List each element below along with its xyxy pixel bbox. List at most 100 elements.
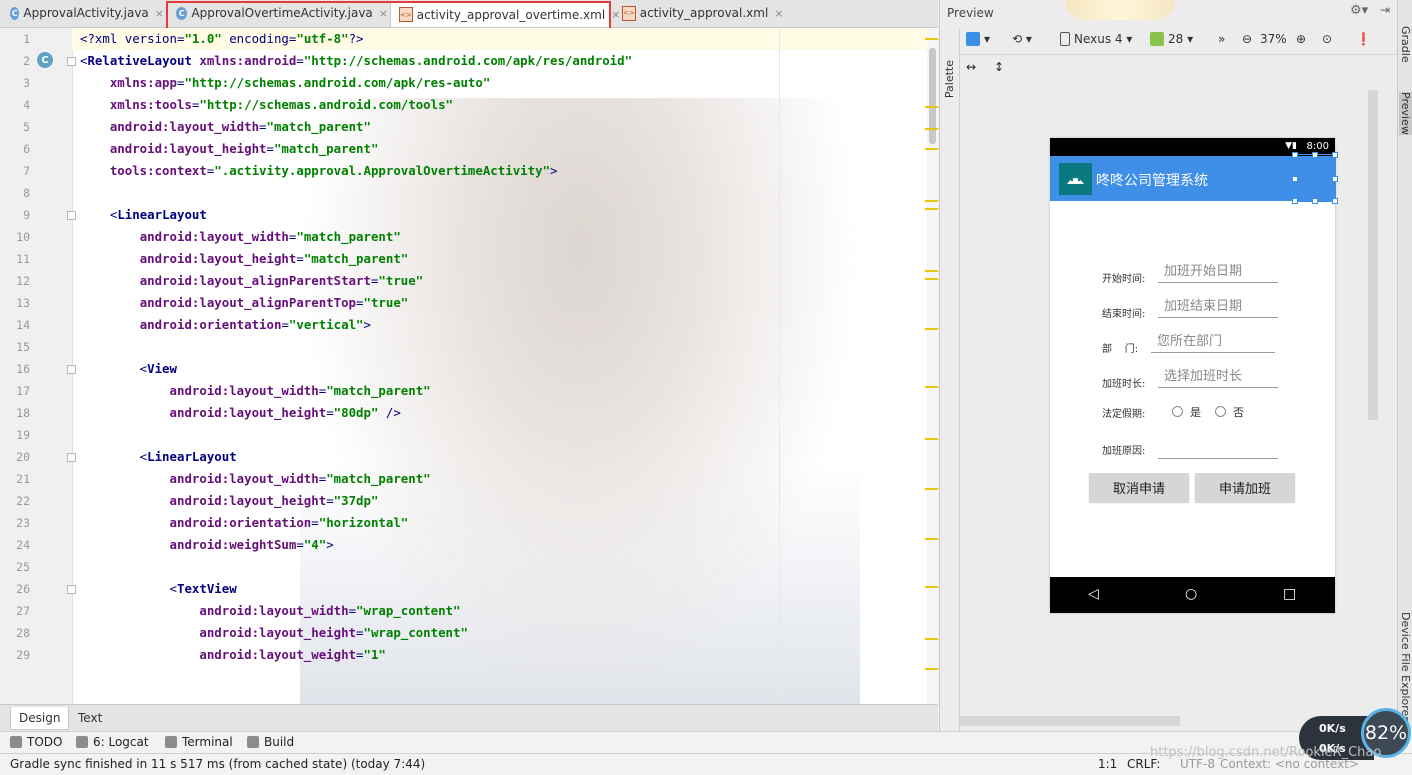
radio-no[interactable] xyxy=(1215,406,1226,417)
code-line[interactable]: 18 android:layout_height="80dp" /> xyxy=(0,402,930,424)
code-line[interactable]: 2 <RelativeLayout xmlns:android="http://s… xyxy=(0,50,930,72)
fold-marker-icon[interactable] xyxy=(67,365,76,374)
app-bar[interactable]: 咚咚公司管理系统 xyxy=(1050,152,1338,204)
code-line[interactable]: 27 android:layout_width="wrap_content" xyxy=(0,600,930,622)
fold-marker-icon[interactable] xyxy=(67,585,76,594)
palette-tab[interactable]: Palette xyxy=(943,60,956,98)
error-stripe-mark[interactable] xyxy=(925,488,938,490)
tab-approval-activity-java[interactable]: C ApprovalActivity.java × xyxy=(2,1,164,25)
code-line[interactable]: 25 xyxy=(0,556,930,578)
device-file-explorer-tab[interactable]: Device File Explorer xyxy=(1399,612,1412,721)
device-frame[interactable]: ▼▮ 8:00 咚咚公司管理系统 开始时间: 加班开始日期 结束时间: 加班结束… xyxy=(1050,138,1338,613)
selection-box[interactable] xyxy=(1292,152,1338,204)
close-icon[interactable]: × xyxy=(774,7,783,20)
code-line[interactable]: 4 xmlns:tools="http://schemas.android.co… xyxy=(0,94,930,116)
api-dropdown[interactable]: 28 ▾ xyxy=(1150,32,1193,46)
tab-activity-approval-xml[interactable]: <> activity_approval.xml × xyxy=(614,1,784,25)
tab-activity-approval-overtime-xml[interactable]: <> activity_approval_overtime.xml × xyxy=(390,1,620,27)
code-line[interactable]: 17 android:layout_width="match_parent" xyxy=(0,380,930,402)
code-line[interactable]: 29 android:layout_weight="1" xyxy=(0,644,930,666)
resize-handle[interactable] xyxy=(1292,176,1298,182)
todo-tool-button[interactable]: TODO xyxy=(10,735,62,749)
gear-icon[interactable]: ⚙▾ xyxy=(1350,3,1368,18)
code-line[interactable]: 5 android:layout_width="match_parent" xyxy=(0,116,930,138)
close-icon[interactable]: × xyxy=(155,7,164,20)
department-input[interactable]: 您所在部门 xyxy=(1151,332,1275,353)
device-dropdown[interactable]: Nexus 4 ▾ xyxy=(1060,32,1132,46)
logcat-tool-button[interactable]: 6: Logcat xyxy=(76,735,149,749)
more-chevron-icon[interactable]: » xyxy=(1218,32,1225,46)
resize-horizontal-icon[interactable]: ↔ xyxy=(966,60,976,74)
radio-yes[interactable] xyxy=(1172,406,1183,417)
tab-design[interactable]: Design xyxy=(10,707,70,730)
caret-position[interactable]: 1:1 xyxy=(1098,757,1117,771)
error-stripe-mark[interactable] xyxy=(925,106,938,108)
orientation-dropdown[interactable]: ⟲ ▾ xyxy=(1012,32,1032,46)
resize-handle[interactable] xyxy=(1312,152,1318,158)
error-stripe-mark[interactable] xyxy=(925,208,938,210)
code-line[interactable]: 7 tools:context=".activity.approval.Appr… xyxy=(0,160,930,182)
code-line[interactable]: 9 <LinearLayout xyxy=(0,204,930,226)
error-stripe-mark[interactable] xyxy=(925,270,938,272)
code-line[interactable]: 13 android:layout_alignParentTop="true" xyxy=(0,292,930,314)
preview-scrollbar-horizontal[interactable] xyxy=(960,716,1180,726)
build-tool-button[interactable]: Build xyxy=(247,735,294,749)
tab-text[interactable]: Text xyxy=(70,707,110,729)
close-icon[interactable]: × xyxy=(379,7,388,20)
code-line[interactable]: 19 xyxy=(0,424,930,446)
fold-marker-icon[interactable] xyxy=(67,453,76,462)
zoom-in-icon[interactable]: ⊕ xyxy=(1296,32,1306,46)
start-time-input[interactable]: 加班开始日期 xyxy=(1158,262,1278,283)
code-line[interactable]: 1 <?xml version="1.0" encoding="utf-8"?> xyxy=(0,28,930,50)
fold-marker-icon[interactable] xyxy=(67,57,76,66)
error-stripe-mark[interactable] xyxy=(925,538,938,540)
class-gutter-icon[interactable]: C xyxy=(37,52,53,68)
resize-handle[interactable] xyxy=(1312,198,1318,204)
resize-handle[interactable] xyxy=(1332,198,1338,204)
error-stripe-mark[interactable] xyxy=(925,200,938,202)
tab-approval-overtime-activity-java[interactable]: C ApprovalOvertimeActivity.java × xyxy=(168,1,388,25)
zoom-fit-icon[interactable]: ⊙ xyxy=(1322,32,1332,46)
error-stripe-mark[interactable] xyxy=(925,668,938,670)
resize-handle[interactable] xyxy=(1292,152,1298,158)
preview-canvas[interactable]: ▼▮ 8:00 咚咚公司管理系统 开始时间: 加班开始日期 结束时间: 加班结束… xyxy=(960,80,1378,716)
error-stripe-mark[interactable] xyxy=(925,586,938,588)
error-stripe-mark[interactable] xyxy=(925,638,938,640)
reason-input[interactable] xyxy=(1158,438,1278,459)
code-line[interactable]: 14 android:orientation="vertical"> xyxy=(0,314,930,336)
error-stripe-mark[interactable] xyxy=(925,328,938,330)
code-line[interactable]: 26 <TextView xyxy=(0,578,930,600)
terminal-tool-button[interactable]: Terminal xyxy=(165,735,233,749)
code-line[interactable]: 12 android:layout_alignParentStart="true… xyxy=(0,270,930,292)
zoom-out-icon[interactable]: ⊖ xyxy=(1242,32,1252,46)
code-line[interactable]: 11 android:layout_height="match_parent" xyxy=(0,248,930,270)
resize-handle[interactable] xyxy=(1292,198,1298,204)
gradle-tab[interactable]: Gradle xyxy=(1399,26,1412,63)
end-time-input[interactable]: 加班结束日期 xyxy=(1158,297,1278,318)
code-line[interactable]: 21 android:layout_width="match_parent" xyxy=(0,468,930,490)
code-line[interactable]: 20 <LinearLayout xyxy=(0,446,930,468)
error-stripe-mark[interactable] xyxy=(925,278,938,280)
preview-tab[interactable]: Preview xyxy=(1399,92,1412,135)
code-line[interactable]: 10 android:layout_width="match_parent" xyxy=(0,226,930,248)
error-stripe-mark[interactable] xyxy=(925,38,938,40)
code-line[interactable]: 28 android:layout_height="wrap_content" xyxy=(0,622,930,644)
preview-scrollbar-vertical[interactable] xyxy=(1368,90,1378,420)
error-stripe-mark[interactable] xyxy=(925,128,938,130)
code-line[interactable]: 24 android:weightSum="4"> xyxy=(0,534,930,556)
code-editor[interactable]: 1 <?xml version="1.0" encoding="utf-8"?> 2… xyxy=(0,28,938,704)
code-line[interactable]: 8 xyxy=(0,182,930,204)
warning-icon[interactable]: ❗ xyxy=(1356,32,1371,46)
error-stripe-mark[interactable] xyxy=(925,148,938,150)
duration-input[interactable]: 选择加班时长 xyxy=(1158,367,1278,388)
code-line[interactable]: 23 android:orientation="horizontal" xyxy=(0,512,930,534)
cancel-button[interactable]: 取消申请 xyxy=(1089,473,1189,502)
submit-overtime-button[interactable]: 申请加班 xyxy=(1195,473,1295,502)
network-meter-widget[interactable]: 0K/s 0K/s 82% xyxy=(1299,708,1411,770)
code-line[interactable]: 3 xmlns:app="http://schemas.android.com/… xyxy=(0,72,930,94)
resize-vertical-icon[interactable]: ↕ xyxy=(994,60,1004,74)
hide-panel-icon[interactable]: ⇥ xyxy=(1380,3,1390,17)
code-line[interactable]: 6 android:layout_height="match_parent" xyxy=(0,138,930,160)
code-line[interactable]: 15 xyxy=(0,336,930,358)
resize-handle[interactable] xyxy=(1332,176,1338,182)
